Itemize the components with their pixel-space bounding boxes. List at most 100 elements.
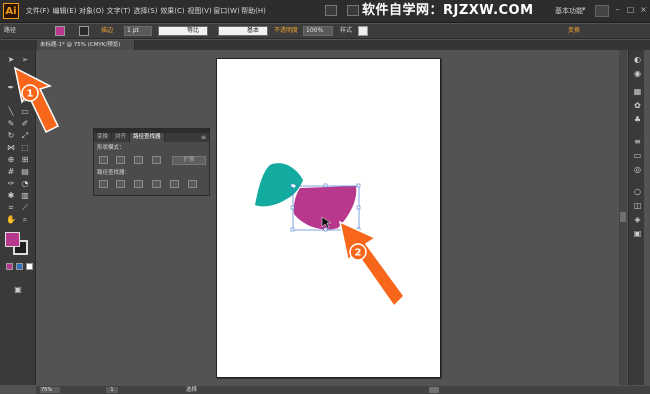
width-tool-icon[interactable]: ⋈ xyxy=(6,144,16,152)
artboard[interactable] xyxy=(216,58,441,378)
gradient-tool-icon[interactable]: ▤ xyxy=(20,168,30,176)
menu-help[interactable]: 帮助(H) xyxy=(240,5,267,17)
graph-tool-icon[interactable]: ▥ xyxy=(20,192,30,200)
symbol-sprayer-tool-icon[interactable]: ✱ xyxy=(6,192,16,200)
eyedropper-tool-icon[interactable]: ✑ xyxy=(6,180,16,188)
unite-button[interactable] xyxy=(99,156,108,164)
slice-tool-icon[interactable]: ⟋ xyxy=(20,204,30,212)
stroke-label[interactable]: 描边 xyxy=(101,26,113,36)
outline-button[interactable] xyxy=(170,180,179,188)
arrange-documents-icon[interactable] xyxy=(347,5,359,16)
tab-pathfinder[interactable]: 路径查找器 xyxy=(130,133,165,142)
stroke-weight-field[interactable]: 1 pt xyxy=(124,26,152,36)
illustrator-window: { "app": {"logo": "Ai", "workspace": "基本… xyxy=(0,0,650,394)
bridge-icon[interactable] xyxy=(325,5,337,16)
layers-panel-icon[interactable]: ◈ xyxy=(633,216,642,224)
vertical-scroll-thumb[interactable] xyxy=(620,212,626,222)
tools-panel: ➤ ➢ ✒ T ╲ ▭ ✎ ✐ ↻ ⤢ ⋈ ⬚ ⊕ ⊞ # ▤ ✑ ◔ ✱ ▥ … xyxy=(0,50,36,385)
graphic-style-swatch[interactable] xyxy=(358,26,368,36)
gradient-mode-button[interactable] xyxy=(16,263,23,270)
menu-select[interactable]: 选择(S) xyxy=(132,5,159,17)
shape-builder-tool-icon[interactable]: ⊕ xyxy=(6,156,16,164)
rectangle-tool-icon[interactable]: ▭ xyxy=(20,108,30,116)
type-tool-icon[interactable]: T xyxy=(20,96,30,104)
line-tool-icon[interactable]: ╲ xyxy=(6,108,16,116)
direct-selection-tool-icon[interactable]: ➢ xyxy=(20,56,30,64)
screen-mode-icon[interactable]: ▣ xyxy=(13,286,23,294)
opacity-label[interactable]: 不透明度 xyxy=(274,26,298,36)
gradient-panel-icon[interactable]: ▭ xyxy=(633,152,642,160)
status-bar: 75% 1 选择 xyxy=(36,386,650,394)
illustrator-logo: Ai xyxy=(3,3,19,19)
menu-edit[interactable]: 编辑(E) xyxy=(51,5,78,17)
document-tab[interactable]: 未标题-1* @ 75% (CMYK/预览) xyxy=(37,40,135,50)
artboards-panel-icon[interactable]: ▣ xyxy=(633,230,642,238)
exclude-button[interactable] xyxy=(152,156,161,164)
minus-front-button[interactable] xyxy=(116,156,125,164)
swatches-panel-icon[interactable]: ▦ xyxy=(633,88,642,96)
transform-label[interactable]: 变换 xyxy=(568,26,580,36)
none-mode-button[interactable] xyxy=(26,263,33,270)
color-panel-icon[interactable]: ◐ xyxy=(633,56,642,64)
profile-label: 等比 xyxy=(186,27,199,34)
tab-align[interactable]: 对齐 xyxy=(112,133,131,142)
merge-button[interactable] xyxy=(134,180,143,188)
menu-view[interactable]: 视图(V) xyxy=(186,5,213,17)
menu-object[interactable]: 对象(O) xyxy=(78,5,105,17)
crop-button[interactable] xyxy=(152,180,161,188)
maximize-icon[interactable]: □ xyxy=(626,5,635,14)
stroke-panel-icon[interactable]: ≡ xyxy=(633,138,642,146)
expand-button[interactable]: 扩展 xyxy=(172,156,206,165)
menu-file[interactable]: 文件(F) xyxy=(24,5,51,17)
panel-menu-icon[interactable]: ≡ xyxy=(201,133,206,142)
tab-transform[interactable]: 变换 xyxy=(94,133,113,142)
divide-button[interactable] xyxy=(99,180,108,188)
blend-tool-icon[interactable]: ◔ xyxy=(20,180,30,188)
fill-color-box[interactable] xyxy=(5,232,20,247)
graphic-styles-panel-icon[interactable]: ◫ xyxy=(633,202,642,210)
brushes-panel-icon[interactable]: ✿ xyxy=(633,102,642,110)
paintbrush-tool-icon[interactable]: ✎ xyxy=(6,120,16,128)
vertical-scrollbar[interactable] xyxy=(619,50,627,385)
trim-button[interactable] xyxy=(116,180,125,188)
artboard-tool-icon[interactable]: ⌗ xyxy=(6,204,16,212)
menu-window[interactable]: 窗口(W) xyxy=(213,5,240,17)
fill-color-swatch[interactable] xyxy=(55,26,65,36)
current-tool-status[interactable]: 选择 xyxy=(186,386,197,394)
stroke-color-swatch[interactable] xyxy=(79,26,89,36)
panel-dock: ◐ ◉ ▦ ✿ ♣ ≡ ▭ ◎ ○ ◫ ◈ ▣ xyxy=(628,50,644,385)
control-bar: 路径 描边 1 pt 等比 基本 不透明度 100% 样式 变换 xyxy=(0,24,650,39)
hand-tool-icon[interactable]: ✋ xyxy=(6,216,16,224)
minimize-icon[interactable]: – xyxy=(613,5,622,14)
workspace-switcher[interactable]: 基本功能 xyxy=(555,5,583,17)
scale-tool-icon[interactable]: ⤢ xyxy=(20,132,30,140)
search-input[interactable] xyxy=(595,5,609,17)
zoom-level-field[interactable]: 75% xyxy=(40,387,60,393)
pathfinder-panel: 变换 对齐 路径查找器 ≡ 形状模式： 扩展 路径查找器： xyxy=(93,128,210,196)
color-mode-button[interactable] xyxy=(6,263,13,270)
pencil-tool-icon[interactable]: ✐ xyxy=(20,120,30,128)
minus-back-button[interactable] xyxy=(188,180,197,188)
horizontal-scroll-thumb[interactable] xyxy=(429,387,439,393)
symbols-panel-icon[interactable]: ♣ xyxy=(633,116,642,124)
close-icon[interactable]: × xyxy=(639,5,648,14)
menu-type[interactable]: 文字(T) xyxy=(105,5,132,17)
artboard-number-field[interactable]: 1 xyxy=(106,387,118,393)
pen-tool-icon[interactable]: ✒ xyxy=(6,84,16,92)
free-transform-tool-icon[interactable]: ⬚ xyxy=(20,144,30,152)
mesh-tool-icon[interactable]: # xyxy=(6,168,16,176)
color-guide-icon[interactable]: ◉ xyxy=(633,70,642,78)
rotate-tool-icon[interactable]: ↻ xyxy=(6,132,16,140)
transparency-panel-icon[interactable]: ◎ xyxy=(633,166,642,174)
window-controls: – □ × xyxy=(613,5,648,14)
perspective-grid-tool-icon[interactable]: ⊞ xyxy=(20,156,30,164)
opacity-field[interactable]: 100% xyxy=(303,26,333,36)
chevron-down-icon[interactable]: ▾ xyxy=(582,5,586,13)
intersect-button[interactable] xyxy=(134,156,143,164)
brush-definition[interactable]: 基本 xyxy=(218,26,268,36)
menu-effect[interactable]: 效果(C) xyxy=(159,5,186,17)
zoom-tool-icon[interactable]: ⌕ xyxy=(20,216,30,224)
variable-width-profile[interactable]: 等比 xyxy=(158,26,208,36)
appearance-panel-icon[interactable]: ○ xyxy=(633,188,642,196)
selection-tool-icon[interactable]: ➤ xyxy=(6,56,16,64)
